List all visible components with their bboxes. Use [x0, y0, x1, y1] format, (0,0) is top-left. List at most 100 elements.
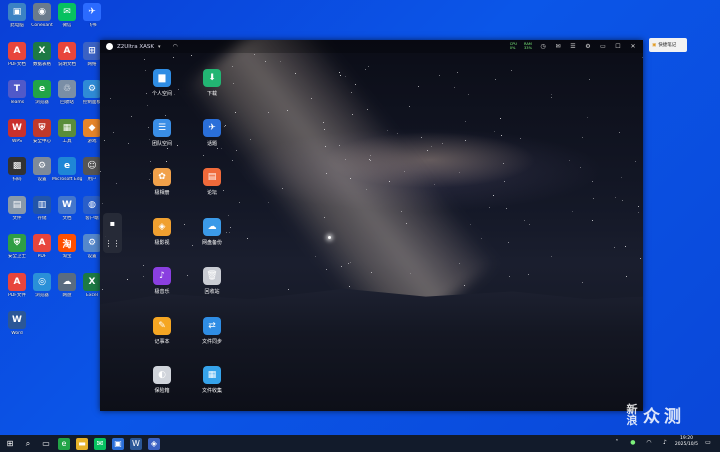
app-icon: ✎ — [153, 316, 171, 335]
star — [113, 131, 115, 133]
star — [569, 159, 571, 161]
close-button[interactable]: ✕ — [629, 42, 637, 50]
side-dock: ▪ ⋮⋮ — [103, 213, 122, 253]
app-launcher[interactable]: ◐ 保险箱 — [144, 366, 180, 394]
grid-menu-icon[interactable]: ⋮⋮ — [105, 239, 121, 248]
watermark-char-3: 众 — [643, 407, 660, 427]
notification-icon[interactable]: ▭ — [702, 436, 714, 448]
app-icon: 🗑 — [203, 267, 221, 285]
settings-icon[interactable]: ⚙ — [584, 42, 592, 50]
app-launcher[interactable]: ✿ 极相册 — [144, 168, 180, 196]
desktop-icon-image: ⛨ — [33, 118, 51, 137]
chat-icon[interactable]: ▪ — [110, 219, 115, 228]
star — [613, 246, 615, 248]
desktop-icon-image: A — [8, 272, 26, 291]
dropdown-chevron-icon[interactable]: ▾ — [158, 44, 161, 50]
network-icon[interactable]: ◠ — [643, 436, 655, 448]
app-icon: ▤ — [203, 168, 221, 186]
app-launcher[interactable]: ♪ 极音乐 — [144, 267, 180, 295]
app-label: 保险箱 — [154, 388, 170, 394]
app-launcher[interactable]: 🗑 回收站 — [194, 267, 230, 295]
star — [238, 201, 240, 203]
nas-window[interactable]: Z2Ultra XASK ▾ ◠ CPU 0% RAM 33% ◷ ✉ ☰ ⚙ … — [100, 40, 643, 411]
app-icon: ☰ — [153, 118, 171, 137]
bright-star — [328, 236, 331, 239]
cpu-stat: CPU 0% — [510, 42, 517, 50]
app-launcher[interactable]: ⬇ 下载 — [194, 69, 230, 97]
desktop-icon-image: ◎ — [33, 272, 51, 291]
notes-label: 快捷笔记 — [658, 43, 677, 48]
tasks-icon[interactable]: ☰ — [569, 42, 577, 50]
star — [438, 74, 440, 76]
desktop-icon-image: ⛨ — [8, 234, 26, 252]
star — [338, 144, 340, 146]
taskbar-wechat-icon[interactable]: ✉ — [94, 437, 106, 450]
star — [433, 183, 435, 185]
watermark-char-4: 测 — [664, 407, 681, 427]
star — [458, 262, 460, 264]
tray-wechat-icon[interactable]: ● — [627, 436, 639, 448]
app-icon: ⇄ — [203, 316, 221, 335]
app-launcher[interactable]: ⇄ 文件同步 — [194, 316, 230, 345]
star — [100, 170, 102, 172]
app-launcher[interactable]: ▆ 个人空间 — [144, 69, 180, 97]
taskbar-nas-icon[interactable]: ◈ — [148, 437, 160, 450]
desktop-icon-image: ◍ — [83, 195, 101, 214]
desktop-icon[interactable]: W Word — [2, 311, 32, 336]
desktop-icon[interactable]: ✈ 飞书 — [77, 3, 107, 28]
app-label: 论坛 — [206, 190, 217, 196]
device-title[interactable]: Z2Ultra XASK — [117, 44, 154, 50]
app-launcher[interactable]: ✈ 话题 — [194, 118, 230, 147]
star — [507, 241, 509, 243]
message-icon[interactable]: ✉ — [554, 42, 562, 50]
taskbar-monitor-icon[interactable]: ▣ — [112, 437, 124, 450]
star — [350, 261, 352, 263]
watermark-char-2: 浪 — [626, 413, 638, 427]
ram-value: 33% — [524, 46, 532, 50]
app-launcher[interactable]: ◈ 极影视 — [144, 217, 180, 246]
app-label: 话题 — [206, 140, 217, 147]
desktop-icon-image: ♲ — [58, 80, 76, 98]
clock-icon[interactable]: ◷ — [539, 42, 547, 50]
star — [458, 171, 460, 173]
star — [102, 288, 104, 290]
app-label: 文件同步 — [201, 338, 222, 345]
star — [470, 223, 472, 225]
star — [102, 202, 103, 204]
tray-chevron-icon[interactable]: ˄ — [611, 436, 623, 448]
clock[interactable]: 19:20 2025/10/5 — [675, 436, 698, 448]
desktop-icon-image: X — [33, 41, 51, 60]
star — [503, 180, 505, 182]
desktop-icon-image: W — [58, 195, 76, 214]
star — [480, 237, 482, 239]
maximize-button[interactable]: ☐ — [614, 42, 622, 50]
taskbar-browser-icon[interactable]: e — [58, 437, 70, 450]
app-label: 文件收集 — [201, 388, 222, 394]
task-view-icon[interactable]: ▭ — [40, 438, 52, 450]
system-tray: ˄ ● ◠ ♪ 19:20 2025/10/5 ▭ — [611, 436, 714, 448]
desktop-icon-image: e — [58, 157, 76, 175]
minimize-button[interactable]: ▭ — [599, 42, 607, 50]
volume-icon[interactable]: ♪ — [659, 436, 671, 448]
star — [464, 284, 466, 286]
app-launcher[interactable]: ▦ 文件收集 — [194, 366, 230, 394]
search-icon[interactable]: ⌕ — [22, 438, 34, 450]
taskbar-word-icon[interactable]: W — [130, 437, 142, 450]
desktop-icon-image: ⚙ — [33, 157, 51, 175]
start-button[interactable]: ⊞ — [4, 438, 16, 450]
star — [592, 197, 594, 199]
app-launcher[interactable]: ☁ 网盘备份 — [194, 217, 230, 246]
star — [234, 111, 236, 113]
watermark-left: 新 浪 — [625, 404, 639, 426]
star — [581, 281, 583, 283]
taskbar-explorer-icon[interactable]: ▬ — [76, 437, 88, 450]
app-launcher[interactable]: ☰ 团队空间 — [144, 118, 180, 147]
app-launcher[interactable]: ✎ 记事本 — [144, 316, 180, 345]
star — [349, 177, 351, 179]
app-launcher[interactable]: ▤ 论坛 — [194, 168, 230, 196]
star — [527, 273, 529, 275]
desktop-icon-image: ✉ — [58, 3, 76, 21]
app-label: 极影视 — [154, 239, 170, 246]
quick-notes-widget[interactable]: ▣ 快捷笔记 — [649, 38, 687, 52]
star — [369, 154, 371, 156]
